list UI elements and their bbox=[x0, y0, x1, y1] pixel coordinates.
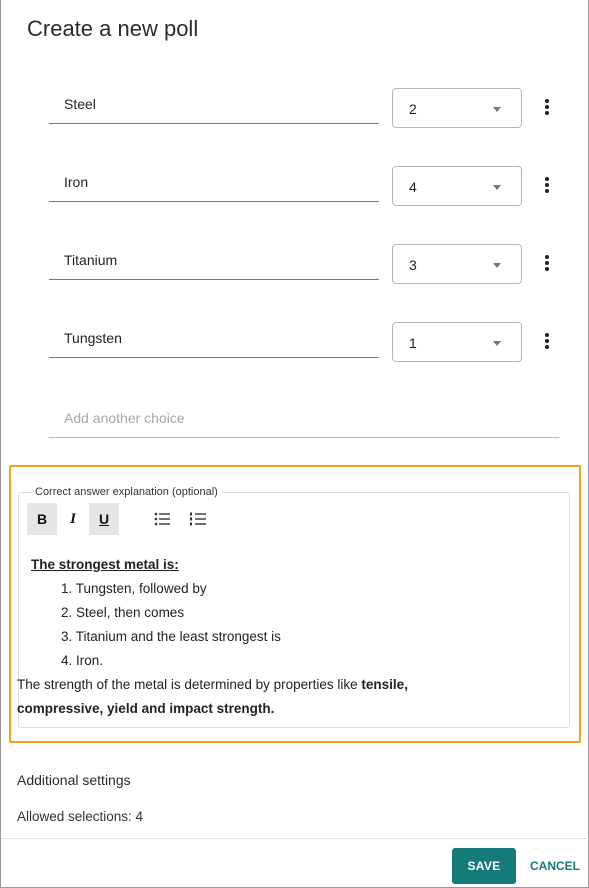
numbered-list-icon[interactable] bbox=[187, 503, 211, 535]
list-item: 1. Tungsten, followed by bbox=[61, 581, 207, 596]
cancel-button[interactable]: CANCEL bbox=[530, 848, 588, 884]
caret-down-icon bbox=[493, 185, 501, 190]
list-item: 4. Iron. bbox=[61, 653, 104, 668]
rank-value: 4 bbox=[409, 179, 417, 195]
choice-text: Titanium bbox=[64, 252, 118, 268]
underline-button[interactable]: U bbox=[89, 503, 119, 535]
rank-value: 2 bbox=[409, 101, 417, 117]
ranked-list: 1. Tungsten, followed by 2. Steel, then … bbox=[61, 577, 561, 673]
caret-down-icon bbox=[493, 107, 501, 112]
paragraph-bold-2: compressive, yield and impact strength. bbox=[17, 701, 275, 716]
rank-select-2[interactable]: 4 bbox=[392, 166, 522, 206]
caret-down-icon bbox=[493, 341, 501, 346]
rank-select-1[interactable]: 2 bbox=[392, 88, 522, 128]
choice-input-1[interactable]: Steel bbox=[49, 88, 379, 124]
list-item: 3. Titanium and the least strongest is bbox=[61, 629, 281, 644]
more-options-icon[interactable] bbox=[541, 253, 553, 273]
more-options-icon[interactable] bbox=[541, 97, 553, 117]
add-choice-placeholder: Add another choice bbox=[64, 410, 185, 426]
paragraph-text: The strength of the metal is determined … bbox=[17, 677, 362, 692]
explanation-paragraph: The strength of the metal is determined … bbox=[17, 673, 561, 721]
rank-select-3[interactable]: 3 bbox=[392, 244, 522, 284]
rank-value: 1 bbox=[409, 335, 417, 351]
explanation-heading: The strongest metal is: bbox=[31, 557, 179, 572]
footer-divider bbox=[1, 838, 589, 839]
italic-button[interactable]: I bbox=[58, 503, 88, 535]
choice-input-2[interactable]: Iron bbox=[49, 166, 379, 202]
choice-text: Iron bbox=[64, 174, 89, 190]
explanation-legend: Correct answer explanation (optional) bbox=[31, 486, 222, 498]
rank-select-4[interactable]: 1 bbox=[392, 322, 522, 362]
paragraph-bold-1: tensile, bbox=[361, 677, 408, 692]
dialog-title: Create a new poll bbox=[27, 16, 199, 41]
additional-settings-heading: Additional settings bbox=[17, 772, 131, 788]
choice-text: Steel bbox=[64, 96, 96, 112]
add-choice-input[interactable]: Add another choice bbox=[49, 400, 559, 438]
choice-text: Tungsten bbox=[64, 330, 122, 346]
list-item: 2. Steel, then comes bbox=[61, 605, 185, 620]
choice-input-4[interactable]: Tungsten bbox=[49, 322, 379, 358]
editor-content[interactable]: The strongest metal is: 1. Tungsten, fol… bbox=[17, 553, 561, 721]
bulleted-list-icon[interactable] bbox=[151, 503, 175, 535]
bold-button[interactable]: B bbox=[27, 503, 57, 535]
allowed-selections[interactable]: Allowed selections: 4 bbox=[17, 809, 143, 824]
create-poll-dialog: Create a new poll Steel 2 Iron 4 Titaniu… bbox=[0, 0, 589, 888]
caret-down-icon bbox=[493, 263, 501, 268]
more-options-icon[interactable] bbox=[541, 331, 553, 351]
more-options-icon[interactable] bbox=[541, 175, 553, 195]
rank-value: 3 bbox=[409, 257, 417, 273]
save-button[interactable]: SAVE bbox=[452, 848, 516, 884]
choice-input-3[interactable]: Titanium bbox=[49, 244, 379, 280]
